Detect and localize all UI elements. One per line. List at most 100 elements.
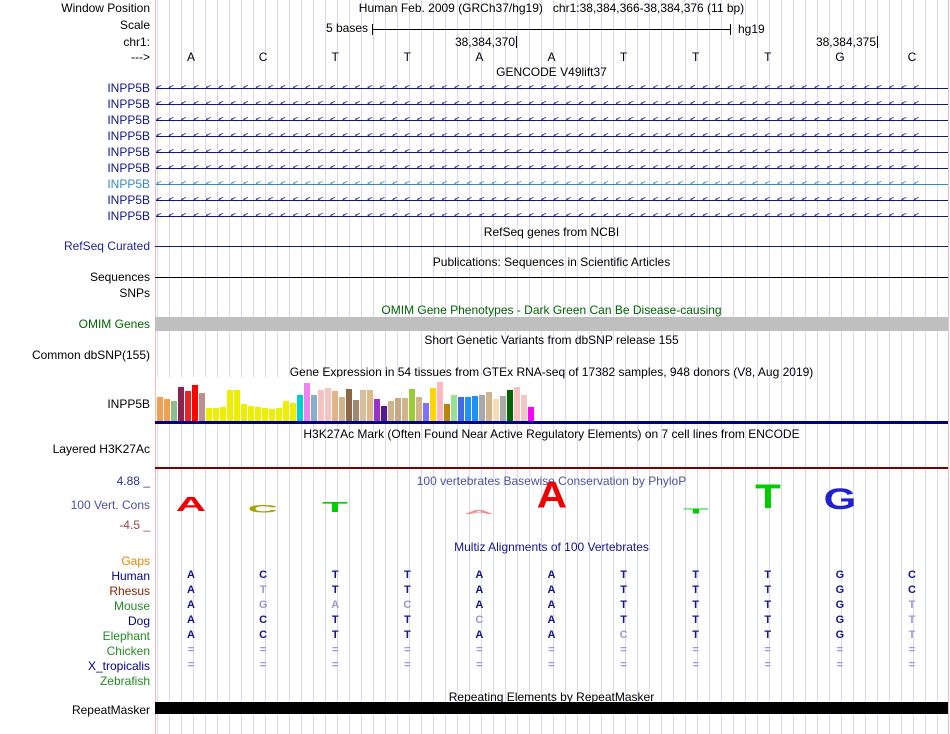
gtex-bar[interactable]: [437, 382, 443, 421]
gencode-transcript-row[interactable]: <<<<<<<<<<<<<<<<<<<<<<<<<<<<<<<<<<<<<<<<…: [156, 194, 948, 207]
gencode-transcript-label[interactable]: INPP5B: [0, 194, 150, 207]
repeatmasker-bar[interactable]: [155, 702, 948, 714]
gtex-bar[interactable]: [290, 403, 296, 421]
gtex-bar[interactable]: [493, 399, 499, 421]
gtex-bar[interactable]: [402, 398, 408, 421]
gtex-bar[interactable]: [409, 389, 415, 421]
multiz-species-label[interactable]: Gaps: [0, 555, 150, 568]
base-letter: A: [475, 50, 484, 64]
gtex-bar[interactable]: [353, 400, 359, 421]
gencode-transcript-label[interactable]: INPP5B: [0, 146, 150, 159]
gtex-bar[interactable]: [521, 395, 527, 421]
repeatmasker-track-label[interactable]: RepeatMasker: [0, 704, 150, 717]
gtex-bar[interactable]: [283, 401, 289, 421]
gencode-transcript-row[interactable]: <<<<<<<<<<<<<<<<<<<<<<<<<<<<<<<<<<<<<<<<…: [156, 114, 948, 127]
gencode-transcript-label[interactable]: INPP5B: [0, 178, 150, 191]
gtex-bar[interactable]: [192, 385, 198, 421]
gtex-bar[interactable]: [367, 390, 373, 421]
multiz-species-label[interactable]: Dog: [0, 615, 150, 628]
gencode-transcript-label[interactable]: INPP5B: [0, 130, 150, 143]
gtex-bar[interactable]: [304, 383, 310, 421]
gencode-transcript-row[interactable]: <<<<<<<<<<<<<<<<<<<<<<<<<<<<<<<<<<<<<<<<…: [156, 146, 948, 159]
gencode-transcript-label[interactable]: INPP5B: [0, 162, 150, 175]
multiz-species-label[interactable]: Rhesus: [0, 585, 150, 598]
gtex-bar[interactable]: [276, 408, 282, 421]
gtex-bar[interactable]: [164, 399, 170, 421]
gtex-bar[interactable]: [458, 397, 464, 421]
gencode-transcript-row[interactable]: <<<<<<<<<<<<<<<<<<<<<<<<<<<<<<<<<<<<<<<<…: [156, 162, 948, 175]
gencode-transcript-label[interactable]: INPP5B: [0, 114, 150, 127]
gencode-transcript-label[interactable]: INPP5B: [0, 82, 150, 95]
gtex-baseline[interactable]: [155, 421, 948, 424]
gtex-bar[interactable]: [444, 404, 450, 421]
gtex-bar[interactable]: [507, 390, 513, 421]
gtex-bar[interactable]: [248, 406, 254, 421]
gtex-bar[interactable]: [199, 393, 205, 421]
gtex-bar[interactable]: [297, 395, 303, 421]
gtex-bar[interactable]: [395, 398, 401, 421]
gtex-bar[interactable]: [451, 395, 457, 421]
gtex-bar[interactable]: [325, 388, 331, 421]
gtex-bar[interactable]: [465, 397, 471, 421]
refseq-track-label[interactable]: RefSeq Curated: [0, 240, 150, 253]
multiz-species-label[interactable]: X_tropicalis: [0, 660, 150, 673]
gtex-bar[interactable]: [388, 401, 394, 421]
gencode-transcript-label[interactable]: INPP5B: [0, 98, 150, 111]
gtex-bar[interactable]: [171, 401, 177, 421]
multiz-species-label[interactable]: Chicken: [0, 645, 150, 658]
h3k27ac-track-label[interactable]: Layered H3K27Ac: [0, 443, 150, 456]
gtex-bar[interactable]: [374, 399, 380, 421]
gtex-bar[interactable]: [416, 397, 422, 421]
gtex-bar[interactable]: [157, 397, 163, 421]
gencode-transcript-label[interactable]: INPP5B: [0, 210, 150, 223]
gtex-bar[interactable]: [430, 388, 436, 421]
gtex-bar[interactable]: [241, 404, 247, 421]
gencode-transcript-row[interactable]: <<<<<<<<<<<<<<<<<<<<<<<<<<<<<<<<<<<<<<<<…: [156, 82, 948, 95]
gtex-bar[interactable]: [318, 390, 324, 421]
gtex-bar[interactable]: [262, 408, 268, 421]
gtex-bar[interactable]: [500, 396, 506, 421]
gtex-bar[interactable]: [339, 397, 345, 421]
gtex-bar[interactable]: [227, 390, 233, 421]
gtex-bar[interactable]: [346, 389, 352, 421]
gtex-bar[interactable]: [472, 396, 478, 421]
gtex-bar[interactable]: [311, 395, 317, 421]
gtex-bar[interactable]: [178, 387, 184, 421]
gtex-bar[interactable]: [255, 407, 261, 421]
gtex-bar[interactable]: [423, 403, 429, 421]
multiz-species-label[interactable]: Zebrafish: [0, 675, 150, 688]
omim-track-label[interactable]: OMIM Genes: [0, 318, 150, 331]
gtex-bar[interactable]: [206, 408, 212, 421]
gencode-transcript-row[interactable]: <<<<<<<<<<<<<<<<<<<<<<<<<<<<<<<<<<<<<<<<…: [156, 178, 948, 191]
refseq-gene-line[interactable]: [155, 246, 948, 247]
gencode-transcript-row[interactable]: <<<<<<<<<<<<<<<<<<<<<<<<<<<<<<<<<<<<<<<<…: [156, 210, 948, 223]
gtex-bar[interactable]: [486, 392, 492, 421]
sequences-feature-line[interactable]: [155, 277, 948, 278]
gtex-bar[interactable]: [269, 409, 275, 421]
snps-track-label[interactable]: SNPs: [0, 287, 150, 300]
gencode-transcript-row[interactable]: <<<<<<<<<<<<<<<<<<<<<<<<<<<<<<<<<<<<<<<<…: [156, 98, 948, 111]
gtex-bar[interactable]: [381, 406, 387, 421]
dbsnp-track-label[interactable]: Common dbSNP(155): [0, 349, 150, 362]
gencode-transcript-row[interactable]: <<<<<<<<<<<<<<<<<<<<<<<<<<<<<<<<<<<<<<<<…: [156, 130, 948, 143]
genome-browser-image[interactable]: Window Position Human Feb. 2009 (GRCh37/…: [0, 0, 950, 734]
omim-gene-bar[interactable]: [155, 317, 948, 331]
gtex-bar[interactable]: [332, 391, 338, 421]
gtex-bar[interactable]: [213, 408, 219, 421]
gtex-bar[interactable]: [528, 407, 534, 421]
gtex-bar[interactable]: [185, 391, 191, 421]
gtex-bar[interactable]: [220, 407, 226, 421]
multiz-species-label[interactable]: Mouse: [0, 600, 150, 613]
cons-track-label[interactable]: 100 Vert. Cons: [0, 499, 150, 512]
gtex-bar[interactable]: [514, 387, 520, 421]
h3k27ac-baseline[interactable]: [155, 467, 948, 469]
gtex-bar[interactable]: [360, 390, 366, 421]
multiz-species-label[interactable]: Elephant: [0, 630, 150, 643]
multiz-species-label[interactable]: Human: [0, 570, 150, 583]
gtex-bar[interactable]: [234, 390, 240, 421]
gtex-bar-chart[interactable]: [156, 377, 538, 421]
gtex-gene-label[interactable]: INPP5B: [0, 398, 150, 411]
gtex-bar[interactable]: [479, 395, 485, 421]
alignment-cell: =: [404, 659, 411, 671]
sequences-track-label[interactable]: Sequences: [0, 271, 150, 284]
